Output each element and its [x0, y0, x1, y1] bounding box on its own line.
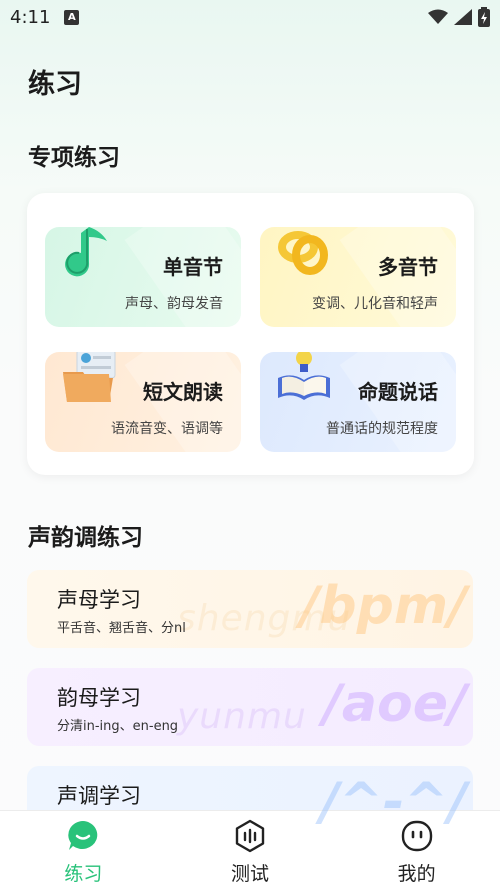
tab-test[interactable]: 测试 [167, 811, 334, 888]
tile-subtitle: 普通话的规范程度 [326, 421, 438, 437]
lesson-title: 声调学习 [57, 784, 141, 808]
lesson-subtitle: 平舌音、翘舌音、分nl [57, 621, 186, 636]
tile-title: 单音节 [163, 255, 223, 279]
folder-document-icon [63, 352, 116, 402]
lesson-big-text: /bpm/ [300, 576, 467, 636]
hexagon-sound-icon [235, 819, 265, 853]
status-bar: 4:11 A [0, 0, 500, 34]
tab-label: 测试 [231, 863, 270, 885]
tile-subtitle: 变调、儿化音和轻声 [312, 296, 438, 312]
lesson-subtitle: 分清in-ing、en-eng [57, 719, 179, 734]
wifi-icon [428, 9, 448, 24]
tile-passage-reading[interactable]: 短文朗读 语流音变、语调等 [45, 352, 241, 452]
tile-title: 多音节 [378, 255, 438, 279]
tones-section-title: 声韵调练习 [28, 525, 143, 551]
tile-title: 命题说话 [358, 380, 438, 404]
tab-label: 练习 [64, 863, 103, 885]
battery-icon [478, 7, 490, 27]
signal-icon [454, 9, 472, 25]
tile-subtitle: 声母、韵母发音 [125, 296, 223, 312]
lesson-bg-word: yunmu [177, 696, 307, 737]
tile-multi-syllable[interactable]: 多音节 变调、儿化音和轻声 [260, 227, 456, 327]
tile-subtitle: 语流音变、语调等 [111, 421, 223, 437]
music-note-icon [65, 227, 107, 277]
tile-title: 短文朗读 [143, 380, 223, 404]
page-title: 练习 [28, 69, 82, 100]
lesson-finals[interactable]: yunmu /aoe/ 韵母学习 分清in-ing、en-eng [27, 668, 473, 746]
a-badge-icon: A [64, 9, 80, 25]
lesson-big-text: /^-^/ [320, 772, 467, 832]
book-bulb-icon [278, 352, 330, 400]
tab-practice[interactable]: 练习 [0, 811, 167, 888]
lesson-title: 声母学习 [57, 588, 141, 612]
special-practice-card: 单音节 声母、韵母发音 多音节 变调、儿化音和轻声 短文朗读 语流音变、语调等 [27, 193, 474, 475]
lesson-title: 韵母学习 [57, 686, 141, 710]
special-section-title: 专项练习 [28, 145, 120, 171]
chat-bubble-icon [68, 821, 98, 850]
lesson-big-text: /aoe/ [322, 674, 467, 734]
status-time: 4:11 [10, 6, 51, 28]
lesson-initials[interactable]: shengmu /bpm/ 声母学习 平舌音、翘舌音、分nl [27, 570, 473, 648]
tile-single-syllable[interactable]: 单音节 声母、韵母发音 [45, 227, 241, 327]
tile-topic-speaking[interactable]: 命题说话 普通话的规范程度 [260, 352, 456, 452]
knot-icon [278, 231, 328, 275]
tab-label: 我的 [397, 863, 436, 885]
